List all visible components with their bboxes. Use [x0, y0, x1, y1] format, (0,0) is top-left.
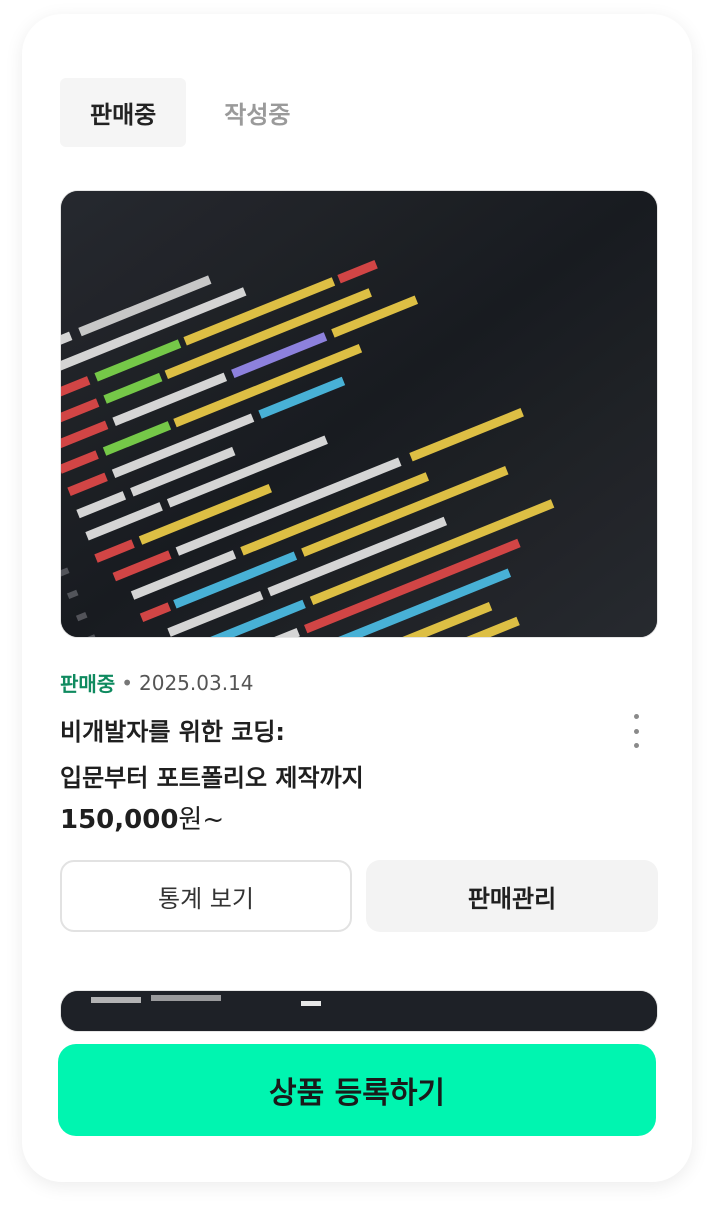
tab-draft[interactable]: 작성중 [194, 78, 320, 147]
price-amount: 150,000 [60, 805, 179, 835]
product-title[interactable]: 비개발자를 위한 코딩: 입문부터 포트폴리오 제작까지 [60, 709, 600, 801]
tab-on-sale[interactable]: 판매중 [60, 78, 187, 147]
more-dot [633, 714, 639, 719]
next-product-thumbnail[interactable] [60, 990, 658, 1032]
price-unit: 원~ [178, 805, 225, 835]
more-options-icon[interactable] [622, 714, 650, 748]
status-badge: 판매중 [60, 672, 116, 696]
product-price: 150,000원~ [60, 799, 224, 836]
product-title-line2: 입문부터 포트폴리오 제작까지 [60, 764, 364, 792]
code-screen-image [61, 191, 657, 637]
product-date: 2025.03.14 [139, 670, 254, 695]
status-tabs: 판매중 작성중 [60, 78, 321, 147]
product-meta: 판매중 • 2025.03.14 [60, 668, 254, 697]
sales-manage-button[interactable]: 판매관리 [366, 860, 658, 932]
code-screen-image [61, 991, 657, 1031]
product-list-card: 판매중 작성중 판매중 • 2025.03.14 비개발자를 위한 코딩: 입문… [22, 14, 692, 1182]
product-thumbnail[interactable] [60, 190, 658, 638]
product-title-line1: 비개발자를 위한 코딩: [60, 718, 286, 746]
view-stats-button[interactable]: 통계 보기 [60, 860, 352, 932]
more-dot [633, 728, 639, 734]
meta-separator: • [121, 670, 133, 695]
more-dot [633, 743, 639, 748]
register-product-button[interactable]: 상품 등록하기 [58, 1044, 656, 1136]
